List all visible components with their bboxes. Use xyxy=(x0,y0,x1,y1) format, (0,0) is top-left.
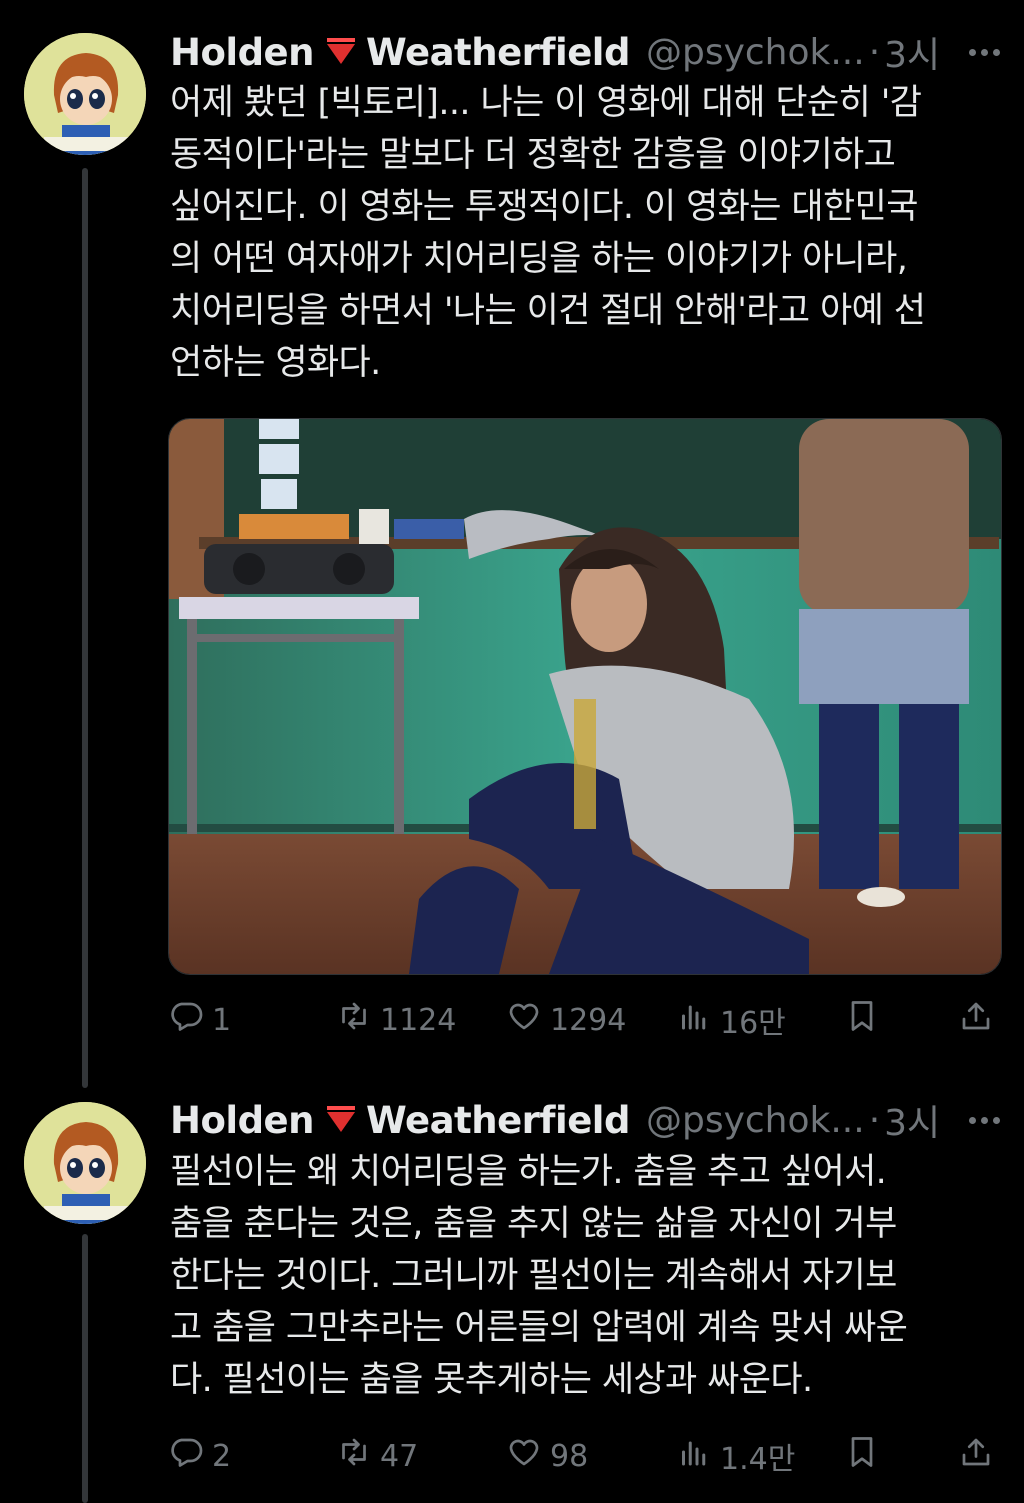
share-icon xyxy=(958,1434,994,1478)
tweet-text-line: 한다는 것이다. 그러니까 필선이는 계속해서 자기보 xyxy=(170,1256,897,1296)
tweet-header: Holden Weatherfield @psychok... · 3시 xyxy=(170,1096,1000,1144)
views-chart-icon xyxy=(676,998,712,1042)
tweet-text-line: 고 춤을 그만추라는 어른들의 압력에 계속 맞서 싸운 xyxy=(170,1308,908,1348)
handle[interactable]: @psychok... xyxy=(646,32,865,73)
like-button[interactable]: 98 xyxy=(506,1428,588,1484)
reply-count: 1 xyxy=(212,1002,232,1038)
display-name-last[interactable]: Weatherfield xyxy=(366,1099,630,1142)
display-name-last[interactable]: Weatherfield xyxy=(366,31,630,74)
tweet-text-line: 동적이다'라는 말보다 더 정확한 감흥을 이야기하고 xyxy=(170,135,896,175)
tweet-actions: 1 1124 1294 16만 xyxy=(168,992,1000,1048)
share-button[interactable] xyxy=(958,1428,994,1484)
red-triangle-flag-icon xyxy=(324,1103,358,1137)
red-triangle-flag-icon xyxy=(324,35,358,69)
avatar[interactable] xyxy=(24,1102,146,1224)
tweet-text-line: 어제 봤던 [빅토리]... 나는 이 영화에 대해 단순히 '감 xyxy=(170,83,922,123)
views-chart-icon xyxy=(676,1434,712,1478)
tweet-text-line: 의 어떤 여자애가 치어리딩을 하는 이야기가 아니라, xyxy=(170,239,908,279)
tweet-text-line: 언하는 영화다. xyxy=(170,343,381,383)
bookmark-icon xyxy=(844,998,880,1042)
tweet-text-line: 치어리딩을 하면서 '나는 이건 절대 안해'라고 아예 선 xyxy=(170,291,926,331)
tweet[interactable]: Holden Weatherfield @psychok... · 3시 어제 … xyxy=(0,0,1024,1060)
retweet-button[interactable]: 1124 xyxy=(336,992,456,1048)
avatar[interactable] xyxy=(24,33,146,155)
reply-count: 2 xyxy=(212,1438,232,1474)
timestamp[interactable]: 3시 xyxy=(884,26,940,78)
separator: · xyxy=(868,1099,881,1141)
retweet-count: 47 xyxy=(380,1438,419,1474)
tweet-header: Holden Weatherfield @psychok... · 3시 xyxy=(170,28,1000,76)
handle[interactable]: @psychok... xyxy=(646,1100,865,1141)
heart-icon xyxy=(506,1434,542,1478)
more-dots-icon[interactable] xyxy=(969,1096,1000,1144)
heart-icon xyxy=(506,998,542,1042)
share-icon xyxy=(958,998,994,1042)
bookmark-button[interactable] xyxy=(844,992,880,1048)
like-count: 98 xyxy=(550,1438,589,1474)
views-count: 16만 xyxy=(720,1006,786,1041)
timestamp[interactable]: 3시 xyxy=(884,1094,940,1146)
tweet-text-line: 다. 필선이는 춤을 못추게하는 세상과 싸운다. xyxy=(170,1360,813,1400)
display-name-first[interactable]: Holden xyxy=(170,31,315,74)
reply-icon xyxy=(168,1434,204,1478)
bookmark-icon xyxy=(844,1434,880,1478)
reply-button[interactable]: 2 xyxy=(168,1428,231,1484)
views-button[interactable]: 16만 xyxy=(676,992,786,1048)
like-button[interactable]: 1294 xyxy=(506,992,626,1048)
tweet-text: 어제 봤던 [빅토리]... 나는 이 영화에 대해 단순히 '감 동적이다'라… xyxy=(170,77,1010,389)
tweet-text-line: 필선이는 왜 치어리딩을 하는가. 춤을 추고 싶어서. xyxy=(170,1152,887,1192)
reply-icon xyxy=(168,998,204,1042)
bookmark-button[interactable] xyxy=(844,1428,880,1484)
views-button[interactable]: 1.4만 xyxy=(676,1428,795,1484)
tweet[interactable]: Holden Weatherfield @psychok... · 3시 필선이… xyxy=(0,1060,1024,1503)
tweet-text-line: 춤을 춘다는 것은, 춤을 추지 않는 삶을 자신이 거부 xyxy=(170,1204,897,1244)
tweet-text-line: 싶어진다. 이 영화는 투쟁적이다. 이 영화는 대한민국 xyxy=(170,187,918,227)
reply-button[interactable]: 1 xyxy=(168,992,231,1048)
retweet-icon xyxy=(336,1434,372,1478)
tweet-media-image[interactable] xyxy=(168,418,1002,975)
display-name-first[interactable]: Holden xyxy=(170,1099,315,1142)
retweet-button[interactable]: 47 xyxy=(336,1428,418,1484)
like-count: 1294 xyxy=(550,1002,627,1038)
retweet-icon xyxy=(336,998,372,1042)
retweet-count: 1124 xyxy=(380,1002,457,1038)
separator: · xyxy=(868,31,881,73)
share-button[interactable] xyxy=(958,992,994,1048)
tweet-actions: 2 47 98 1.4만 xyxy=(168,1428,1000,1484)
tweet-text: 필선이는 왜 치어리딩을 하는가. 춤을 추고 싶어서. 춤을 춘다는 것은, … xyxy=(170,1146,1010,1406)
views-count: 1.4만 xyxy=(720,1442,796,1477)
more-dots-icon[interactable] xyxy=(969,28,1000,76)
